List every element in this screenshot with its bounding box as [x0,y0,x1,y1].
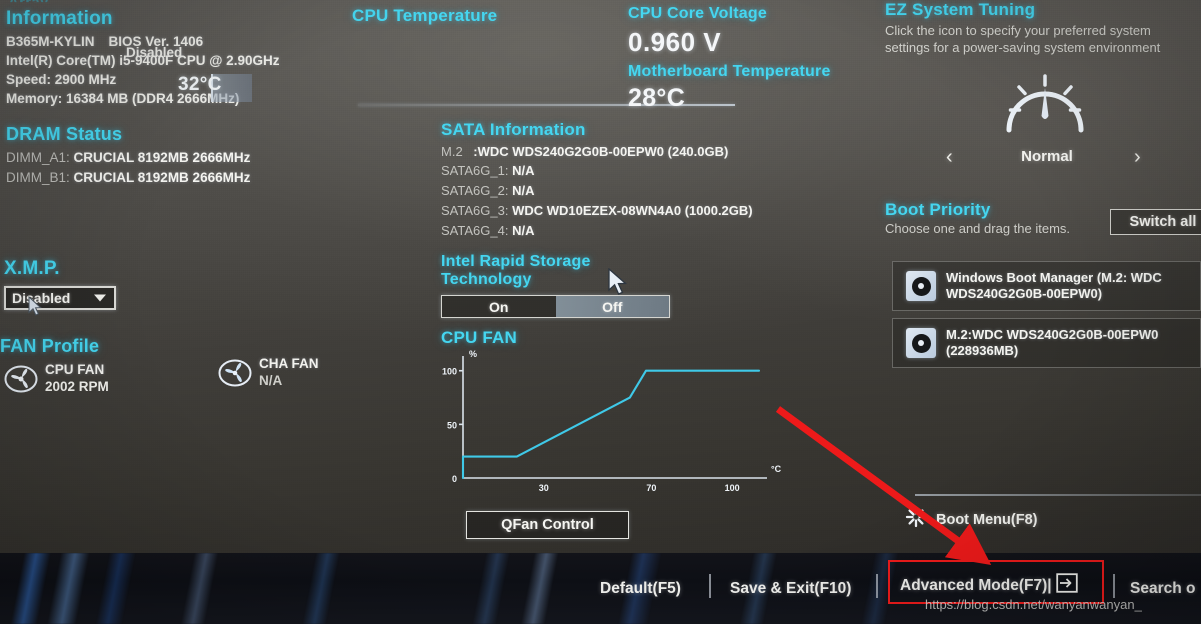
xmp-panel: X.M.P. Disabled [4,258,116,310]
enter-arrow-icon [1055,573,1078,598]
save-and-exit-button[interactable]: Save & Exit(F10) [730,580,851,598]
footer-divider [1113,574,1115,598]
motherboard-temperature-title: Motherboard Temperature [628,63,831,80]
footer-divider [876,574,878,598]
information-title: Information [6,8,113,29]
cha-fan-rpm: N/A [259,372,283,388]
sata-port-label: SATA6G_2: [441,183,509,198]
dram-slot-value: CRUCIAL 8192MB 2666MHz [73,170,251,185]
ez-system-tuning-title: EZ System Tuning [885,0,1036,19]
intel-rapid-storage-title: Intel Rapid Storage Technology [441,253,591,288]
switch-all-button[interactable]: Switch all [1110,209,1201,235]
sata-row: SATA6G_4: N/A [441,223,841,239]
ez-system-tuning-description: Click the icon to specify your preferred… [885,23,1161,56]
svg-text:0: 0 [452,474,457,484]
chevron-left-icon[interactable]: ‹ [946,146,953,169]
fan-icon [4,365,38,393]
cpu-fan-chart-panel: CPU FAN [441,328,791,348]
cpu-fan-text: CPU FAN 2002 RPM [45,362,109,396]
intel-rapid-storage-toggle[interactable]: On Off [441,295,670,318]
cpu-fan-name: CPU FAN [45,362,105,377]
chevron-right-icon[interactable]: › [1134,146,1141,169]
advanced-mode-label: Advanced Mode(F7)| [900,576,1052,594]
sata-information-title: SATA Information [441,120,586,139]
bios-ez-mode-screen: Array Information B365M-KYLIN BIOS Ver. 1… [0,0,1201,624]
svg-text:30: 30 [539,483,549,493]
cpu-temperature-panel: CPU Temperature [352,6,652,26]
dram-status-panel: DRAM Status DIMM_A1: CRUCIAL 8192MB 2666… [6,124,351,185]
boot-priority-item-label: M.2:WDC WDS240G2G0B-00EPW0 (228936MB) [946,326,1159,358]
cpu-fan-chart-title: CPU FAN [441,328,518,347]
dram-status-title: DRAM Status [6,124,123,144]
xmp-title: X.M.P. [4,258,60,279]
dram-slot-row: DIMM_B1: CRUCIAL 8192MB 2666MHz [6,170,351,185]
cpu-core-voltage-panel: CPU Core Voltage 0.960 V Motherboard Tem… [628,5,878,113]
sata-port-value: N/A [512,183,535,198]
cpu-temperature-value: 32°C [178,74,222,95]
watermark-text: https://blog.csdn.net/wanyanwanyan_ [925,597,1142,612]
sata-port-label: M.2 [441,143,463,159]
fan-profile-title: FAN Profile [0,336,100,356]
sata-row: M.2 :WDC WDS240G2G0B-00EPW0 (240.0GB) [441,144,841,160]
boot-menu-divider [915,494,1201,496]
sata-row: SATA6G_1: N/A [441,163,841,179]
cha-fan-name: CHA FAN [259,356,319,371]
sata-row: SATA6G_3: WDC WD10EZEX-08WN4A0 (1000.2GB… [441,203,841,219]
hard-disk-icon [906,271,936,301]
svg-text:%: % [469,349,477,359]
cpu-fan-readout[interactable]: CPU FAN 2002 RPM [4,362,109,396]
cha-fan-text: CHA FAN N/A [259,356,319,390]
ez-system-tuning-mode: Normal [1021,148,1073,165]
xmp-selected-value: Disabled [12,290,71,306]
gauge-icon[interactable] [997,66,1093,140]
svg-text:100: 100 [725,483,740,493]
cha-fan-readout[interactable]: CHA FAN N/A [218,356,319,390]
xmp-dropdown[interactable]: Disabled [4,286,116,310]
intel-rapid-storage-panel: Intel Rapid Storage Technology On Off [441,253,681,318]
footer-divider [709,574,711,598]
sata-port-value: WDC WD10EZEX-08WN4A0 (1000.2GB) [512,202,753,218]
sata-port-value: N/A [512,163,535,179]
svg-text:100: 100 [442,367,457,377]
cpu-fan-curve-chart[interactable]: 0 50 100 30 70 100% °C [441,348,782,508]
hard-disk-icon [906,328,936,358]
cpu-temperature-title: CPU Temperature [352,6,498,25]
sata-row: SATA6G_2: N/A [441,183,841,199]
advanced-mode-button[interactable]: Advanced Mode(F7)| [900,573,1078,598]
sata-port-label: SATA6G_4: [441,222,509,238]
cpu-core-voltage-value: 0.960 V [628,27,722,57]
dram-slot-value: CRUCIAL 8192MB 2666MHz [73,150,251,165]
dram-slot-name: DIMM_B1: [6,170,70,185]
cpu-core-voltage-title: CPU Core Voltage [628,5,767,22]
cpu-fan-rpm: 2002 RPM [45,378,109,394]
fan-icon [218,359,252,387]
boot-menu-label: Boot Menu(F8) [936,511,1038,528]
boot-priority-item-label: Windows Boot Manager (M.2: WDC WDS240G2G… [946,269,1162,301]
asterisk-icon [905,506,927,533]
fan-profile-panel: FAN Profile [0,336,360,357]
boot-priority-item[interactable]: Windows Boot Manager (M.2: WDC WDS240G2G… [892,261,1201,311]
sata-port-value: N/A [512,222,535,238]
chevron-down-icon [94,294,106,302]
dram-slot-row: DIMM_A1: CRUCIAL 8192MB 2666MHz [6,150,351,165]
dram-slot-name: DIMM_A1: [6,150,70,165]
sata-port-value: :WDC WDS240G2G0B-00EPW0 (240.0GB) [473,143,729,159]
default-button[interactable]: Default(F5) [600,580,681,598]
irst-off-option[interactable]: Off [555,296,669,317]
svg-text:°C: °C [771,464,781,474]
board-model: B365M-KYLIN [6,34,95,49]
search-button[interactable]: Search o [1130,580,1195,598]
sata-port-label: SATA6G_3: [441,202,509,218]
svg-text:70: 70 [646,483,656,493]
boot-menu-button[interactable]: Boot Menu(F8) [905,506,1037,533]
xmp-status-label: Disabled [126,45,183,60]
boot-priority-item[interactable]: M.2:WDC WDS240G2G0B-00EPW0 (228936MB) [892,318,1201,368]
qfan-control-button[interactable]: QFan Control [466,511,629,539]
svg-text:50: 50 [447,420,457,430]
irst-on-option[interactable]: On [442,296,556,317]
sata-port-label: SATA6G_1: [441,163,509,179]
motherboard-temperature-value: 28°C [628,84,686,112]
sata-information-panel: SATA Information M.2 :WDC WDS240G2G0B-00… [441,120,841,239]
ez-system-tuning-panel: EZ System Tuning Click the icon to speci… [885,0,1201,57]
